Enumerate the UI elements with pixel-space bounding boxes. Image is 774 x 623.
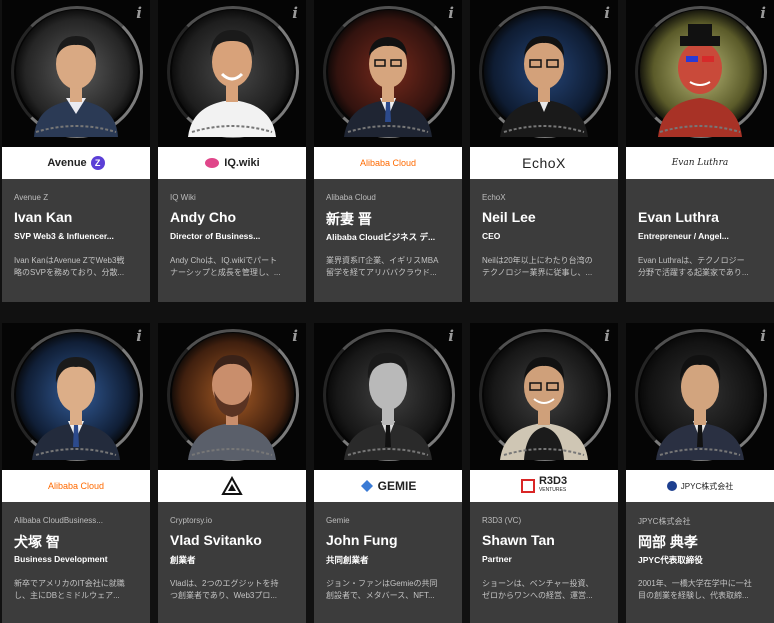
speaker-photo: i [470, 323, 618, 470]
speaker-bio: Neilは20年以上にわたり台湾の テクノロジー業界に従事し、... [482, 256, 593, 277]
speaker-bio: 2001年、一橋大学在学中に一社 目の創業を経験し、代表取締... [638, 579, 752, 600]
speaker-title: JPYC代表取締役 [638, 555, 703, 565]
cryptorsy-triangle-icon [221, 476, 243, 495]
gemie-gem-icon [360, 480, 373, 492]
speaker-photo: i [626, 0, 774, 147]
info-icon[interactable]: i [136, 327, 142, 345]
speaker-card[interactable]: i R3D3 VENTURES R3D3 (VC) Shawn Tan Part… [470, 323, 618, 623]
company-logo: Alibaba Cloud [314, 147, 462, 179]
speaker-card[interactable]: i Alibaba Cloud Alibaba CloudBusiness...… [2, 323, 150, 623]
speaker-name: Evan Luthra [638, 209, 719, 225]
info-icon[interactable]: i [448, 4, 454, 22]
speaker-card[interactable]: i EchoX EchoX Neil Lee CEO Neilは20年以上にわた… [470, 0, 618, 302]
speaker-title: 共同創業者 [326, 555, 369, 565]
company-name: Cryptorsy.io [170, 516, 213, 525]
speaker-card[interactable]: i Avenue Z Avenue Z Ivan Kan SVP Web3 & … [2, 0, 150, 302]
speaker-name: 新妻 晋 [326, 211, 372, 227]
laurel-decoration [191, 125, 273, 133]
laurel-decoration [659, 448, 741, 456]
info-icon[interactable]: i [292, 4, 298, 22]
speaker-name: John Fung [326, 532, 398, 548]
speaker-card[interactable]: i Cryptorsy.io Vlad Svitanko 創業者 Vladは、2… [158, 323, 306, 623]
speaker-name: Ivan Kan [14, 209, 73, 225]
speaker-bio: Vladは、2つのエグジットを持 つ創業者であり、Web3プロ... [170, 579, 279, 600]
company-logo: EchoX [470, 147, 618, 179]
row-divider [0, 302, 774, 323]
laurel-decoration [659, 125, 741, 133]
speaker-title: Director of Business... [170, 231, 261, 241]
company-name: R3D3 (VC) [482, 516, 522, 525]
laurel-decoration [503, 125, 585, 133]
info-icon[interactable]: i [760, 4, 766, 22]
r3d3-mark-icon [520, 479, 535, 493]
speaker-bio: Andy Choは、IQ.wikiでパート ナーシップと成長を管理し、... [170, 256, 281, 277]
speaker-title: SVP Web3 & Influencer... [14, 231, 114, 241]
speaker-name: Shawn Tan [482, 532, 555, 548]
company-logo: Evan Luthra [626, 147, 774, 179]
speaker-name: 犬塚 智 [14, 534, 60, 550]
info-icon[interactable]: i [604, 327, 610, 345]
company-logo: R3D3 VENTURES [470, 470, 618, 502]
speaker-bio: Ivan KanはAvenue ZでWeb3戦 略のSVPを務めており、分散... [14, 256, 125, 277]
iq-brain-icon [205, 158, 220, 168]
speaker-bio: 業界資系IT企業、イギリスMBA 留学を経てアリババクラウド... [326, 256, 439, 277]
laurel-decoration [347, 125, 429, 133]
speaker-title: Alibaba Cloudビジネス デ... [326, 232, 436, 242]
laurel-decoration [191, 448, 273, 456]
speaker-card[interactable]: i GEMIE Gemie John Fung 共同創業者 ジョン・ファンはGe… [314, 323, 462, 623]
speaker-card[interactable]: i JPYC株式会社 JPYC株式会社 岡部 典孝 JPYC代表取締役 2001… [626, 323, 774, 623]
speaker-name: Vlad Svitanko [170, 532, 262, 548]
speaker-photo: i [314, 0, 462, 147]
jpyc-coin-icon [666, 481, 677, 491]
company-name: Alibaba CloudBusiness... [14, 516, 103, 525]
speaker-photo: i [158, 323, 306, 470]
speaker-card[interactable]: i Alibaba Cloud Alibaba Cloud 新妻 晋 Aliba… [314, 0, 462, 302]
speaker-name: Andy Cho [170, 209, 237, 225]
speaker-title: Partner [482, 554, 512, 564]
company-name [638, 193, 762, 205]
speaker-card[interactable]: i Evan Luthra Evan Luthra Entrepreneur /… [626, 0, 774, 302]
speaker-name: 岡部 典孝 [638, 534, 698, 550]
company-name: IQ Wiki [170, 193, 196, 202]
speaker-card[interactable]: i IQ.wiki IQ Wiki Andy Cho Director of B… [158, 0, 306, 302]
speaker-photo: i [2, 0, 150, 147]
laurel-decoration [347, 448, 429, 456]
speaker-photo: i [626, 323, 774, 470]
company-logo: GEMIE [314, 470, 462, 502]
avenue-z-mark: Z [90, 156, 105, 170]
info-icon[interactable]: i [448, 327, 454, 345]
laurel-decoration [503, 448, 585, 456]
speaker-photo: i [2, 323, 150, 470]
company-name: JPYC株式会社 [638, 517, 691, 526]
laurel-decoration [35, 125, 117, 133]
company-name: EchoX [482, 193, 506, 202]
speaker-bio: ジョン・ファンはGemieの共同 創設者で、メタバース、NFT... [326, 579, 438, 600]
company-logo: JPYC株式会社 [626, 470, 774, 502]
company-logo [158, 470, 306, 502]
info-icon[interactable]: i [136, 4, 142, 22]
speaker-photo: i [470, 0, 618, 147]
laurel-decoration [35, 448, 117, 456]
company-logo: IQ.wiki [158, 147, 306, 179]
speaker-title: 創業者 [170, 555, 196, 565]
info-icon[interactable]: i [292, 327, 298, 345]
speaker-title: Entrepreneur / Angel... [638, 231, 729, 241]
speaker-title: Business Development [14, 554, 108, 564]
speaker-grid: i Avenue Z Avenue Z Ivan Kan SVP Web3 & … [0, 0, 774, 623]
company-logo: Alibaba Cloud [2, 470, 150, 502]
company-name: Avenue Z [14, 193, 49, 202]
speaker-bio: ショーンは、ベンチャー投資、 ゼロからワンへの経営、運営... [482, 579, 594, 600]
company-name: Gemie [326, 516, 350, 525]
company-name: Alibaba Cloud [326, 193, 376, 202]
speaker-photo: i [158, 0, 306, 147]
speaker-bio: 新卒でアメリカのIT会社に就職 し、主にDBとミドルウェア... [14, 579, 125, 600]
speaker-bio: Evan Luthraは、テクノロジー 分野で活躍する起業家であり... [638, 256, 749, 277]
speaker-title: CEO [482, 231, 501, 241]
speaker-photo: i [314, 323, 462, 470]
info-icon[interactable]: i [760, 327, 766, 345]
info-icon[interactable]: i [604, 4, 610, 22]
company-logo: Avenue Z [2, 147, 150, 179]
speaker-name: Neil Lee [482, 209, 536, 225]
